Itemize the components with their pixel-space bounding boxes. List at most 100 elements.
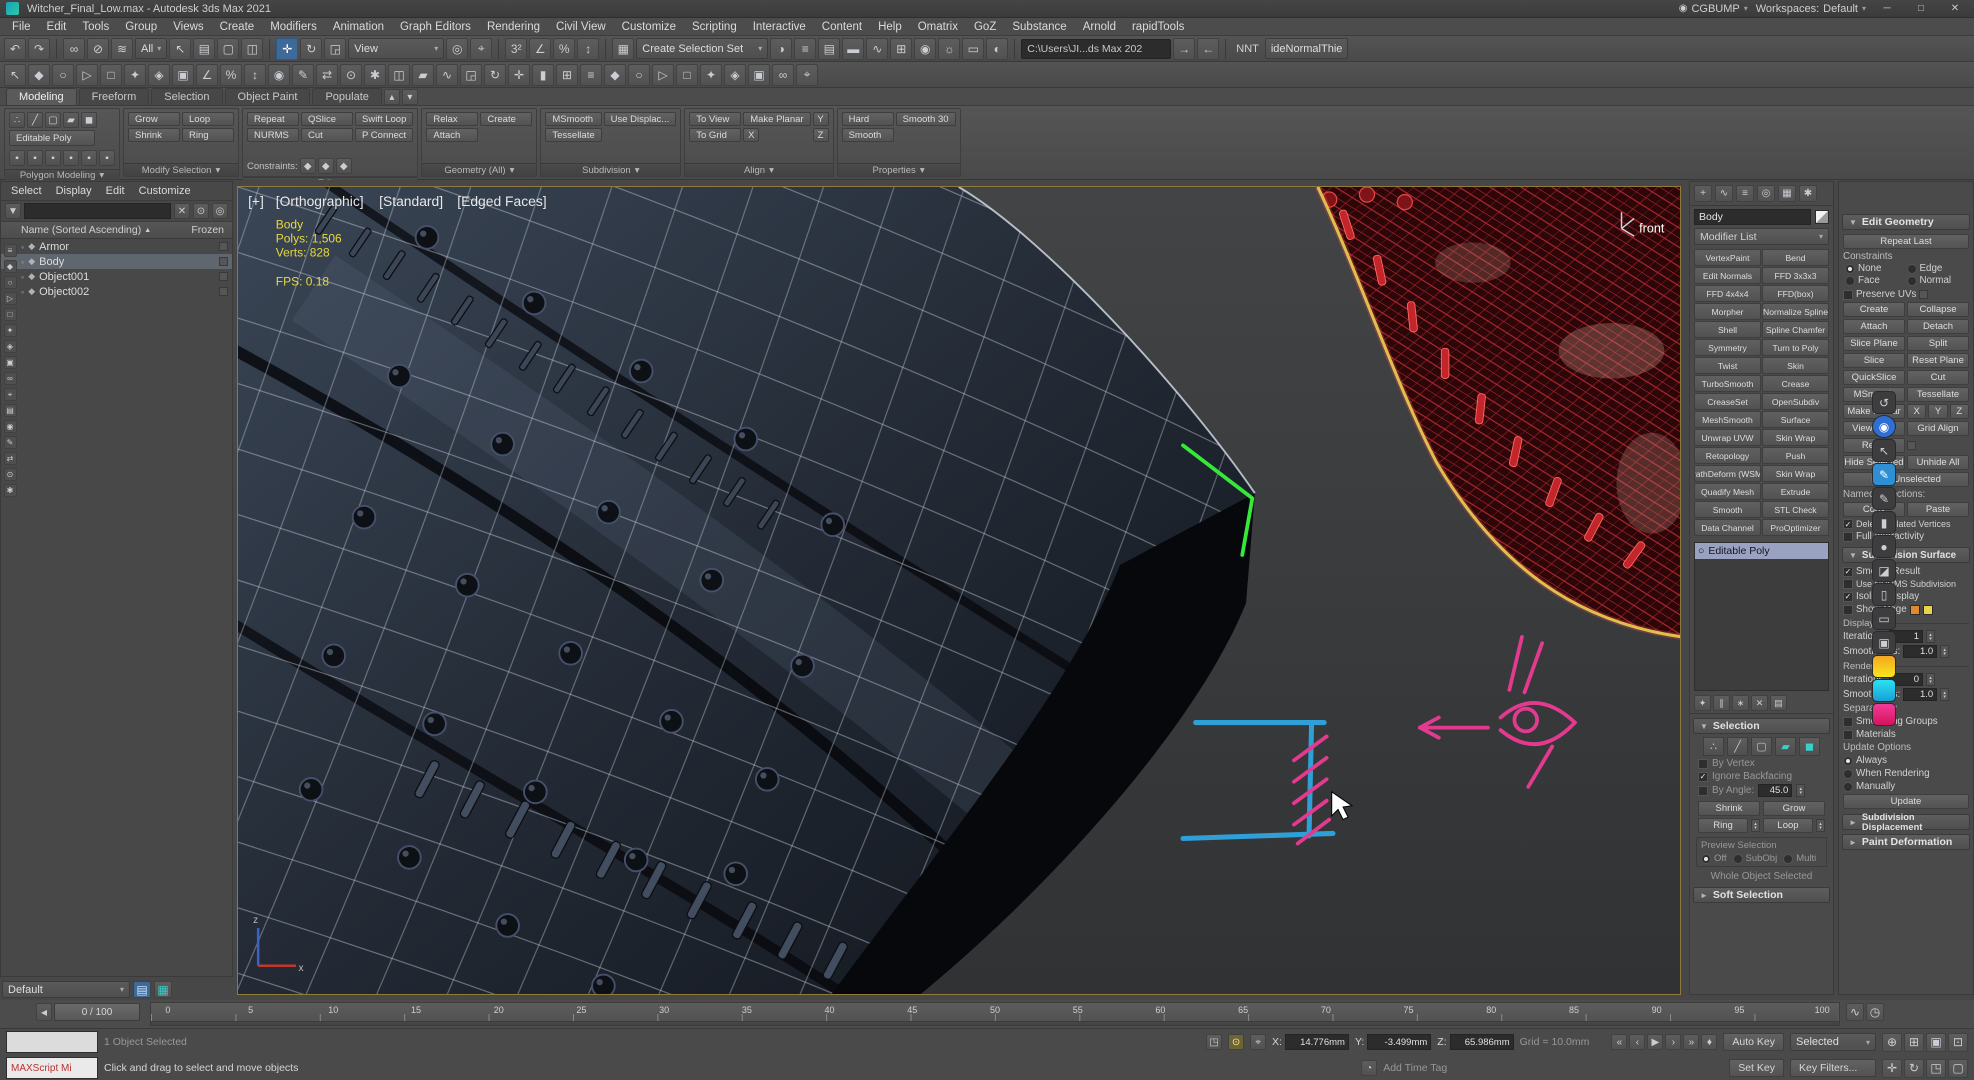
grow-select-icon[interactable]: ◲ <box>460 64 482 86</box>
loop-select-icon[interactable]: ∿ <box>436 64 458 86</box>
motion-tab-icon[interactable]: ◎ <box>1757 185 1775 202</box>
selection-rollout-header[interactable]: ▼ Selection <box>1693 718 1830 734</box>
create-tab-icon[interactable]: + <box>1694 185 1712 202</box>
ribbon-button-x[interactable]: X <box>743 128 759 142</box>
coordinate-x-input[interactable] <box>1285 1034 1349 1050</box>
filter-lights-icon[interactable]: ▷ <box>4 292 17 305</box>
polygon-sub-icon[interactable]: ▰ <box>63 112 79 128</box>
time-configuration-icon[interactable]: ◷ <box>1866 1003 1884 1021</box>
array-tool-icon[interactable]: ✦ <box>124 64 146 86</box>
sort-icon[interactable]: ≡ <box>4 244 17 257</box>
coordinate-y-input[interactable] <box>1367 1034 1431 1050</box>
visibility-icon[interactable]: ◦ <box>21 242 24 252</box>
export-icon[interactable]: ← <box>1197 38 1219 60</box>
modifier-preset-smooth[interactable]: Smooth <box>1694 501 1761 518</box>
loop-spinner[interactable] <box>1816 819 1825 832</box>
color-swatch-magenta[interactable] <box>1872 703 1896 726</box>
isoline-display-checkbox[interactable] <box>1843 592 1853 602</box>
ribbon-button-smooth[interactable]: Smooth <box>842 128 894 142</box>
filter-helpers-icon[interactable]: ✦ <box>4 324 17 337</box>
color-swatch-cyan[interactable] <box>1872 679 1896 702</box>
ignore-backfacing-checkbox[interactable] <box>1698 772 1708 782</box>
use-nurms-checkbox[interactable] <box>1843 579 1853 589</box>
frozen-toggle[interactable] <box>219 287 228 296</box>
edge-sub-icon[interactable]: ╱ <box>27 112 43 128</box>
modifier-preset-ffd-3x3x3[interactable]: FFD 3x3x3 <box>1762 267 1829 284</box>
menu-modifiers[interactable]: Modifiers <box>262 20 325 34</box>
chamfer-tool-icon[interactable]: □ <box>676 64 698 86</box>
scale-icon[interactable]: ◲ <box>324 38 346 60</box>
scale-tool-icon[interactable]: ▷ <box>76 64 98 86</box>
axis-constraint-icon[interactable]: ⌖ <box>470 38 492 60</box>
angle-snap-icon[interactable]: ∠ <box>196 64 218 86</box>
explorer-settings-icon[interactable]: ✱ <box>4 484 17 497</box>
collapse-stack-icon[interactable]: ▪ <box>27 150 43 166</box>
generate-topology-icon[interactable]: ▪ <box>45 150 61 166</box>
grid-view-icon[interactable]: ▦ <box>154 981 172 998</box>
smoothing-groups-checkbox[interactable] <box>1843 717 1853 727</box>
attach-button[interactable]: Attach <box>1843 319 1905 334</box>
modifier-preset-push[interactable]: Push <box>1762 447 1829 464</box>
modifier-preset-spline-chamfer[interactable]: Spline Chamfer <box>1762 321 1829 338</box>
unhide-all-button[interactable]: Unhide All <box>1907 455 1969 470</box>
auto-key-button[interactable]: Auto Key <box>1723 1033 1784 1051</box>
by-angle-spinner[interactable] <box>1796 784 1805 797</box>
modifier-preset-normalize-spline[interactable]: Normalize Spline <box>1762 303 1829 320</box>
viewport-menu-plus[interactable]: [+] <box>248 193 264 209</box>
named-selection-icon[interactable]: ▦ <box>612 38 634 60</box>
ribbon-button-shrink[interactable]: Shrink <box>128 128 180 142</box>
menu-customize[interactable]: Customize <box>614 20 684 34</box>
menu-interactive[interactable]: Interactive <box>745 20 814 34</box>
polygon-icon[interactable]: ▰ <box>1775 737 1796 756</box>
frozen-toggle[interactable] <box>219 272 228 281</box>
absolute-mode-icon[interactable]: ⌖ <box>1250 1034 1266 1050</box>
undo-icon[interactable]: ↶ <box>4 38 26 60</box>
menu-help[interactable]: Help <box>870 20 910 34</box>
modifier-preset-crease[interactable]: Crease <box>1762 375 1829 392</box>
explorer-menu-select[interactable]: Select <box>5 184 48 198</box>
menu-scripting[interactable]: Scripting <box>684 20 745 34</box>
search-input[interactable] <box>24 203 171 219</box>
time-back-icon[interactable]: ◂ <box>36 1003 52 1021</box>
modeling-settings-icon[interactable]: ▪ <box>99 150 115 166</box>
by-angle-checkbox[interactable] <box>1698 786 1708 796</box>
visibility-icon[interactable]: ◦ <box>21 287 24 297</box>
object-color-swatch[interactable] <box>1815 210 1829 224</box>
dot-size-icon[interactable]: ● <box>1872 535 1896 558</box>
modifier-preset-quadify-mesh[interactable]: Quadify Mesh <box>1694 483 1761 500</box>
clear-search-icon[interactable]: ✕ <box>174 203 190 219</box>
target-weld-icon[interactable]: ○ <box>628 64 650 86</box>
list-item-body[interactable]: ◦◆Body <box>1 254 232 269</box>
viewport-style-label[interactable]: [Standard] <box>379 193 443 209</box>
modifier-preset-ffd-box[interactable]: FFD(box) <box>1762 285 1829 302</box>
by-angle-value[interactable] <box>1758 784 1792 797</box>
grow-button[interactable]: Grow <box>1763 801 1825 816</box>
rect-region-icon[interactable]: ▢ <box>217 38 239 60</box>
ribbon-button-tessellate[interactable]: Tessellate <box>545 128 601 142</box>
visibility-icon[interactable]: ◦ <box>21 257 24 267</box>
menu-content[interactable]: Content <box>814 20 870 34</box>
element-icon[interactable]: ◼ <box>1799 737 1820 756</box>
create-button[interactable]: Create <box>1843 302 1905 317</box>
normal-thief-dropdown[interactable]: ideNormalThie <box>1265 38 1349 59</box>
ribbon-button-to-grid[interactable]: To Grid <box>689 128 741 142</box>
modifier-preset-unwrap-uvw[interactable]: Unwrap UVW <box>1694 429 1761 446</box>
cage-color-swatch[interactable] <box>1910 605 1920 615</box>
weld-tool-icon[interactable]: ⌖ <box>796 64 818 86</box>
spinner-snap-icon[interactable]: ↕ <box>577 38 599 60</box>
vertex-sub-icon[interactable]: ∴ <box>9 112 25 128</box>
selection-filter-dropdown[interactable]: All▾ <box>135 38 167 59</box>
constraint-face-radio[interactable]: Face <box>1845 275 1906 286</box>
display-iterations-spinner[interactable] <box>1926 630 1935 643</box>
ribbon-button-relax[interactable]: Relax <box>426 112 478 126</box>
constraint-none-radio[interactable]: None <box>1845 263 1906 274</box>
display-smoothness-field[interactable] <box>1903 645 1937 658</box>
isolate-selection-icon[interactable]: ◳ <box>1206 1034 1222 1050</box>
modifier-preset-symmetry[interactable]: Symmetry <box>1694 339 1761 356</box>
move-icon[interactable]: ✛ <box>276 38 298 60</box>
move-tool-icon[interactable]: ◆ <box>28 64 50 86</box>
modifier-preset-creaseset[interactable]: CreaseSet <box>1694 393 1761 410</box>
frozen-toggle[interactable] <box>219 242 228 251</box>
ribbon-button-y[interactable]: Y <box>813 112 829 126</box>
ribbon-button-swift-loop[interactable]: Swift Loop <box>355 112 413 126</box>
